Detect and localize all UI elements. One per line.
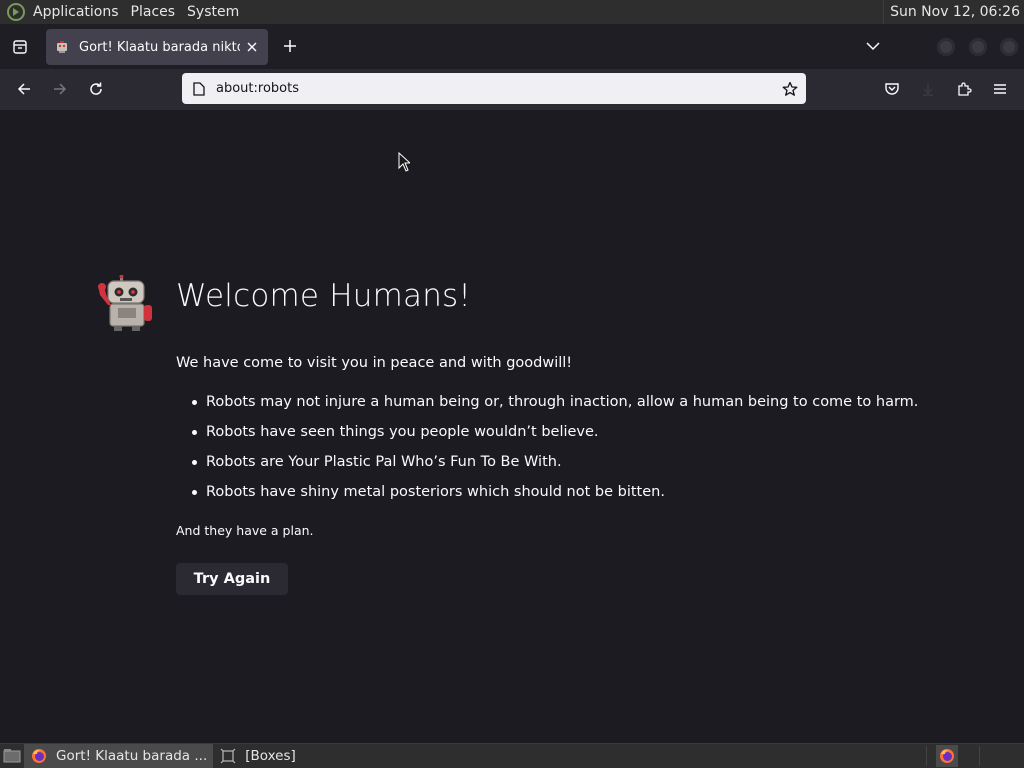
url-text[interactable]: about:robots	[216, 81, 776, 96]
robot-laws-list: Robots may not injure a human being or, …	[190, 392, 918, 512]
tab-strip: Gort! Klaatu barada nikto!	[0, 24, 1024, 69]
list-item: Robots are Your Plastic Pal Who’s Fun To…	[190, 452, 918, 482]
taskbar-item-label: [Boxes]	[245, 748, 296, 764]
system-menu[interactable]: System	[181, 0, 245, 24]
new-tab-button[interactable]	[276, 32, 304, 60]
arrow-left-icon	[17, 83, 30, 95]
puzzle-icon	[958, 82, 972, 96]
chevron-down-icon	[866, 42, 880, 51]
plus-icon	[284, 40, 296, 52]
forward-button[interactable]	[46, 75, 74, 103]
distro-logo-icon[interactable]	[5, 1, 27, 23]
download-icon	[923, 83, 933, 96]
firefox-icon	[30, 747, 48, 765]
pocket-icon	[885, 83, 899, 95]
app-menu-button[interactable]	[986, 75, 1014, 103]
list-all-tabs-button[interactable]	[860, 32, 886, 60]
navigation-toolbar: about:robots	[0, 69, 1024, 110]
applications-menu[interactable]: Applications	[27, 0, 125, 24]
reload-button[interactable]	[82, 75, 110, 103]
close-window-button[interactable]	[1000, 38, 1018, 56]
extensions-button[interactable]	[950, 75, 978, 103]
back-button[interactable]	[10, 75, 38, 103]
page-content: Welcome Humans! We have come to visit yo…	[0, 110, 1024, 743]
downloads-button[interactable]	[914, 75, 942, 103]
page-icon	[191, 81, 207, 97]
page-heading: Welcome Humans!	[176, 278, 472, 314]
minimize-window-button[interactable]	[937, 38, 955, 56]
list-item: Robots have shiny metal posteriors which…	[190, 482, 918, 512]
plan-text: And they have a plan.	[176, 523, 314, 538]
show-desktop-icon[interactable]	[0, 744, 24, 768]
tray-separator	[979, 746, 980, 766]
tab-title: Gort! Klaatu barada nikto!	[79, 39, 240, 55]
tray-separator	[926, 746, 927, 766]
clock[interactable]: Sun Nov 12, 06:26	[883, 0, 1020, 24]
reload-icon	[90, 82, 102, 95]
url-bar[interactable]: about:robots	[182, 73, 806, 104]
list-item: Robots have seen things you people would…	[190, 422, 918, 452]
mouse-cursor-icon	[398, 152, 410, 172]
taskbar-item-label: Gort! Klaatu barada ...	[56, 748, 208, 764]
hamburger-menu-icon	[994, 84, 1006, 94]
try-again-button[interactable]: Try Again	[176, 563, 288, 595]
list-item: Robots may not injure a human being or, …	[190, 392, 918, 422]
close-tab-icon[interactable]	[240, 35, 264, 59]
firefox-tray-icon[interactable]	[936, 745, 958, 767]
places-menu[interactable]: Places	[125, 0, 182, 24]
robot-icon	[54, 39, 70, 55]
pocket-button[interactable]	[878, 75, 906, 103]
firefox-view-button[interactable]	[0, 24, 40, 69]
taskbar-item-firefox[interactable]: Gort! Klaatu barada ...	[24, 744, 214, 768]
firefox-view-icon	[13, 39, 27, 54]
taskbar-item-boxes[interactable]: [Boxes]	[213, 744, 302, 768]
taskbar: Gort! Klaatu barada ... [Boxes]	[0, 743, 1024, 768]
boxes-icon	[219, 747, 237, 765]
robot-illustration	[98, 275, 152, 331]
arrow-right-icon	[54, 83, 67, 95]
intro-text: We have come to visit you in peace and w…	[176, 355, 573, 371]
maximize-window-button[interactable]	[969, 38, 987, 56]
bookmark-star-icon[interactable]	[776, 75, 804, 103]
tab-active[interactable]: Gort! Klaatu barada nikto!	[46, 29, 268, 65]
system-panel: Applications Places System Sun Nov 12, 0…	[0, 0, 1024, 24]
